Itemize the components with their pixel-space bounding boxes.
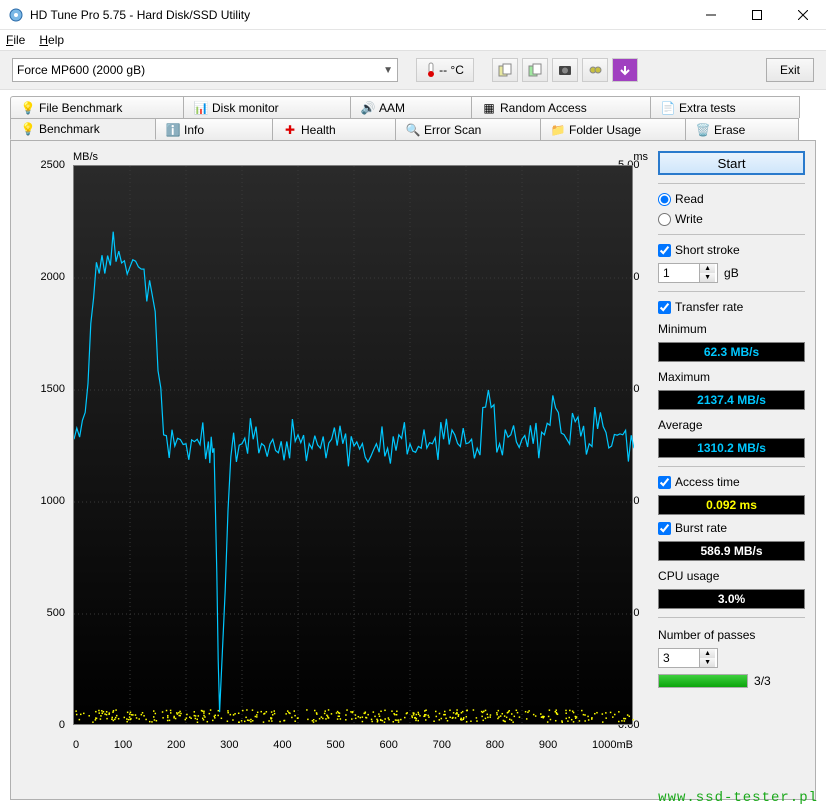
- tab-health[interactable]: ✚Health: [272, 118, 396, 140]
- short-stroke-spin[interactable]: ▲▼: [658, 263, 718, 283]
- minimize-button[interactable]: [688, 0, 734, 30]
- window-title: HD Tune Pro 5.75 - Hard Disk/SSD Utility: [30, 8, 688, 22]
- access-time-checkbox[interactable]: [658, 476, 671, 489]
- monitor-icon: 📊: [194, 101, 208, 115]
- read-radio[interactable]: [658, 193, 671, 206]
- test-icon: 📄: [661, 101, 675, 115]
- passes-input[interactable]: [659, 649, 699, 667]
- tab-folder-usage[interactable]: 📁Folder Usage: [540, 118, 686, 140]
- passes-text: 3/3: [754, 674, 771, 688]
- cpu-usage-value: 3.0%: [658, 589, 805, 609]
- tab-random-access[interactable]: ▦Random Access: [471, 96, 651, 118]
- menu-help[interactable]: Help: [39, 33, 64, 47]
- toolbar: Force MP600 (2000 gB) ▼ -- °C Exit: [0, 50, 826, 90]
- short-stroke-input[interactable]: [659, 264, 699, 282]
- temperature-display: -- °C: [416, 58, 474, 82]
- titlebar: HD Tune Pro 5.75 - Hard Disk/SSD Utility: [0, 0, 826, 30]
- tab-erase[interactable]: 🗑️Erase: [685, 118, 799, 140]
- options-button[interactable]: [582, 58, 608, 82]
- drive-select-text: Force MP600 (2000 gB): [17, 63, 145, 77]
- info-icon: ℹ️: [166, 123, 180, 137]
- y-axis-left-label: MB/s: [73, 151, 98, 163]
- drive-select[interactable]: Force MP600 (2000 gB) ▼: [12, 58, 398, 82]
- y-ticks-left: 25002000150010005000: [33, 159, 65, 731]
- short-stroke-label: Short stroke: [675, 243, 740, 257]
- bulb-icon: 💡: [21, 101, 35, 115]
- side-panel: Start Read Write Short stroke ▲▼ gB Tran…: [658, 151, 805, 789]
- speaker-icon: 🔊: [361, 101, 375, 115]
- spin-up-icon[interactable]: ▲: [700, 264, 715, 273]
- transfer-rate-checkbox[interactable]: [658, 301, 671, 314]
- tab-error-scan[interactable]: 🔍Error Scan: [395, 118, 541, 140]
- exit-button[interactable]: Exit: [766, 58, 814, 82]
- short-stroke-unit: gB: [724, 266, 739, 280]
- spin-down-icon[interactable]: ▼: [700, 658, 715, 667]
- tab-file-benchmark[interactable]: 💡File Benchmark: [10, 96, 184, 118]
- chart-canvas: [73, 165, 633, 725]
- burst-rate-checkbox[interactable]: [658, 522, 671, 535]
- short-stroke-checkbox[interactable]: [658, 244, 671, 257]
- copy-info-button[interactable]: [492, 58, 518, 82]
- burst-rate-value: 586.9 MB/s: [658, 541, 805, 561]
- temperature-text: -- °C: [439, 63, 464, 77]
- maximum-value: 2137.4 MB/s: [658, 390, 805, 410]
- tab-aam[interactable]: 🔊AAM: [350, 96, 472, 118]
- maximize-button[interactable]: [734, 0, 780, 30]
- close-button[interactable]: [780, 0, 826, 30]
- thermometer-icon: [426, 62, 436, 78]
- tab-benchmark[interactable]: 💡Benchmark: [10, 118, 156, 140]
- access-time-label: Access time: [675, 475, 740, 489]
- passes-progress: [658, 674, 748, 688]
- copy-screenshot-button[interactable]: [522, 58, 548, 82]
- write-radio[interactable]: [658, 213, 671, 226]
- cpu-usage-label: CPU usage: [658, 569, 805, 583]
- tabs-row-2: 💡Benchmark ℹ️Info ✚Health 🔍Error Scan 📁F…: [10, 118, 816, 140]
- tab-extra-tests[interactable]: 📄Extra tests: [650, 96, 800, 118]
- transfer-rate-label: Transfer rate: [675, 300, 743, 314]
- bulb-icon: 💡: [21, 122, 35, 136]
- menubar: File Help: [0, 30, 826, 50]
- watermark: www.ssd-tester.pl: [658, 790, 818, 806]
- minimum-value: 62.3 MB/s: [658, 342, 805, 362]
- tab-info[interactable]: ℹ️Info: [155, 118, 273, 140]
- chart-svg: [74, 166, 634, 726]
- random-icon: ▦: [482, 101, 496, 115]
- tab-disk-monitor[interactable]: 📊Disk monitor: [183, 96, 351, 118]
- plus-icon: ✚: [283, 123, 297, 137]
- minimum-label: Minimum: [658, 322, 805, 336]
- chevron-down-icon: ▼: [383, 65, 393, 76]
- tab-panel-benchmark: MB/s ms 25002000150010005000 5.004.003.0…: [10, 140, 816, 800]
- start-button[interactable]: Start: [658, 151, 805, 175]
- magnifier-icon: 🔍: [406, 123, 420, 137]
- average-value: 1310.2 MB/s: [658, 438, 805, 458]
- maximum-label: Maximum: [658, 370, 805, 384]
- passes-label: Number of passes: [658, 628, 805, 642]
- passes-spin[interactable]: ▲▼: [658, 648, 718, 668]
- spin-up-icon[interactable]: ▲: [700, 649, 715, 658]
- folder-icon: 📁: [551, 123, 565, 137]
- trash-icon: 🗑️: [696, 123, 710, 137]
- access-time-value: 0.092 ms: [658, 495, 805, 515]
- x-ticks: 01002003004005006007008009001000: [73, 739, 633, 751]
- burst-rate-label: Burst rate: [675, 521, 727, 535]
- tabs-row-1: 💡File Benchmark 📊Disk monitor 🔊AAM ▦Rand…: [10, 96, 816, 118]
- chart-zone: MB/s ms 25002000150010005000 5.004.003.0…: [21, 151, 648, 791]
- app-icon: [8, 7, 24, 23]
- average-label: Average: [658, 418, 805, 432]
- save-button[interactable]: [612, 58, 638, 82]
- read-label: Read: [675, 192, 704, 206]
- save-screenshot-button[interactable]: [552, 58, 578, 82]
- main-area: 💡File Benchmark 📊Disk monitor 🔊AAM ▦Rand…: [0, 90, 826, 810]
- write-label: Write: [675, 212, 703, 226]
- spin-down-icon[interactable]: ▼: [700, 273, 715, 282]
- menu-file[interactable]: File: [6, 33, 25, 47]
